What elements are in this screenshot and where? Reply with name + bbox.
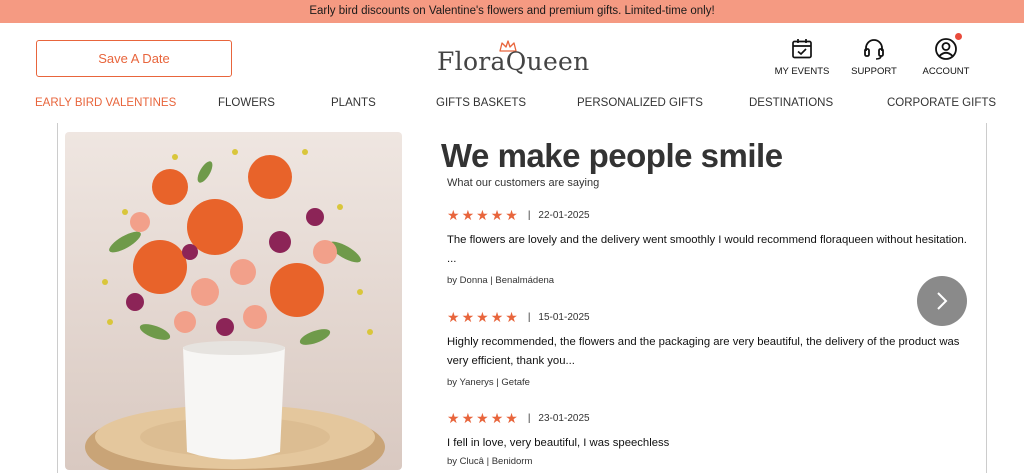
nav-gifts-baskets[interactable]: GIFTS BASKETS bbox=[436, 97, 526, 109]
my-events-link[interactable]: MY EVENTS bbox=[768, 37, 836, 77]
star-icon: ★ bbox=[476, 207, 489, 223]
user-icon bbox=[935, 38, 957, 60]
star-icon: ★ bbox=[505, 410, 518, 426]
star-icon: ★ bbox=[490, 309, 504, 325]
review-item: ★ ★ ★ ★ ★ | 15-01-2025 Highly recommende… bbox=[447, 310, 967, 388]
calendar-check-icon bbox=[792, 39, 812, 59]
promo-text: Early bird discounts on Valentine's flow… bbox=[309, 5, 715, 17]
notification-dot bbox=[955, 33, 962, 40]
separator: | bbox=[527, 412, 531, 424]
review-text-line: ... bbox=[447, 253, 457, 265]
reviews-title: We make people smile bbox=[441, 137, 783, 174]
bouquet-image bbox=[65, 132, 402, 470]
nav-destinations[interactable]: DESTINATIONS bbox=[749, 97, 833, 109]
reviews-section: We make people smile What our customers … bbox=[57, 123, 987, 473]
star-icon: ★ bbox=[476, 309, 489, 325]
nav-plants[interactable]: PLANTS bbox=[331, 97, 376, 109]
review-item: ★ ★ ★ ★ ★ | 22-01-2025 The flowers are l… bbox=[447, 208, 967, 286]
review-author: by Yanerys | Getafe bbox=[447, 377, 530, 388]
review-author: by Donna | Benalmádena bbox=[447, 275, 555, 286]
review-text-line: I fell in love, very beautiful, I was sp… bbox=[447, 437, 670, 449]
star-icon: ★ bbox=[461, 410, 475, 426]
star-icon: ★ bbox=[461, 309, 475, 325]
main-nav: EARLY BIRD VALENTINES FLOWERS PLANTS GIF… bbox=[0, 93, 1024, 123]
chevron-right-icon bbox=[937, 292, 948, 310]
review-text: I fell in love, very beautiful, I was sp… bbox=[447, 434, 967, 453]
review-date: 22-01-2025 bbox=[538, 209, 590, 221]
support-link[interactable]: SUPPORT bbox=[840, 37, 908, 77]
review-text: Highly recommended, the flowers and the … bbox=[447, 333, 967, 371]
account-link[interactable]: ACCOUNT bbox=[912, 33, 980, 77]
review-author: by Clucâ | Benidorm bbox=[447, 456, 533, 467]
my-events-label: MY EVENTS bbox=[774, 66, 830, 77]
star-icon: ★ bbox=[447, 410, 460, 426]
promo-banner[interactable]: Early bird discounts on Valentine's flow… bbox=[0, 0, 1024, 23]
nav-personalized-gifts[interactable]: PERSONALIZED GIFTS bbox=[577, 97, 703, 109]
review-date: 23-01-2025 bbox=[538, 412, 590, 424]
star-icon: ★ bbox=[505, 207, 518, 223]
headset-icon bbox=[864, 39, 884, 60]
star-icon: ★ bbox=[490, 410, 504, 426]
star-icon: ★ bbox=[490, 207, 504, 223]
site-header: Save A Date FloraQueen MY EVENTS SUPPORT… bbox=[0, 23, 1024, 93]
star-icon: ★ bbox=[461, 207, 475, 223]
review-text-line: The flowers are lovely and the delivery … bbox=[447, 234, 967, 246]
review-item: ★ ★ ★ ★ ★ | 23-01-2025 I fell in love, v… bbox=[447, 411, 967, 467]
star-rating: ★ ★ ★ ★ ★ | 23-01-2025 bbox=[447, 411, 967, 425]
nav-corporate-gifts[interactable]: CORPORATE GIFTS bbox=[887, 97, 996, 109]
star-rating: ★ ★ ★ ★ ★ | 15-01-2025 bbox=[447, 310, 967, 324]
logo-text: FloraQueen bbox=[437, 47, 590, 76]
support-label: SUPPORT bbox=[851, 66, 897, 77]
star-rating: ★ ★ ★ ★ ★ | 22-01-2025 bbox=[447, 208, 967, 222]
star-icon: ★ bbox=[476, 410, 489, 426]
reviews-subtitle: What our customers are saying bbox=[447, 177, 600, 189]
separator: | bbox=[527, 209, 531, 221]
star-icon: ★ bbox=[505, 309, 518, 325]
star-icon: ★ bbox=[447, 207, 460, 223]
logo[interactable]: FloraQueen bbox=[437, 40, 590, 81]
review-text-line: very efficient, thank you... bbox=[447, 355, 575, 367]
review-text: The flowers are lovely and the delivery … bbox=[447, 231, 967, 269]
nav-early-bird-valentines[interactable]: EARLY BIRD VALENTINES bbox=[35, 97, 176, 109]
next-review-button[interactable] bbox=[917, 276, 967, 326]
separator: | bbox=[527, 311, 531, 323]
star-icon: ★ bbox=[447, 309, 460, 325]
nav-flowers[interactable]: FLOWERS bbox=[218, 97, 275, 109]
review-date: 15-01-2025 bbox=[538, 311, 590, 323]
review-text-line: Highly recommended, the flowers and the … bbox=[447, 336, 960, 348]
account-label: ACCOUNT bbox=[922, 66, 970, 77]
save-a-date-button[interactable]: Save A Date bbox=[36, 40, 232, 77]
